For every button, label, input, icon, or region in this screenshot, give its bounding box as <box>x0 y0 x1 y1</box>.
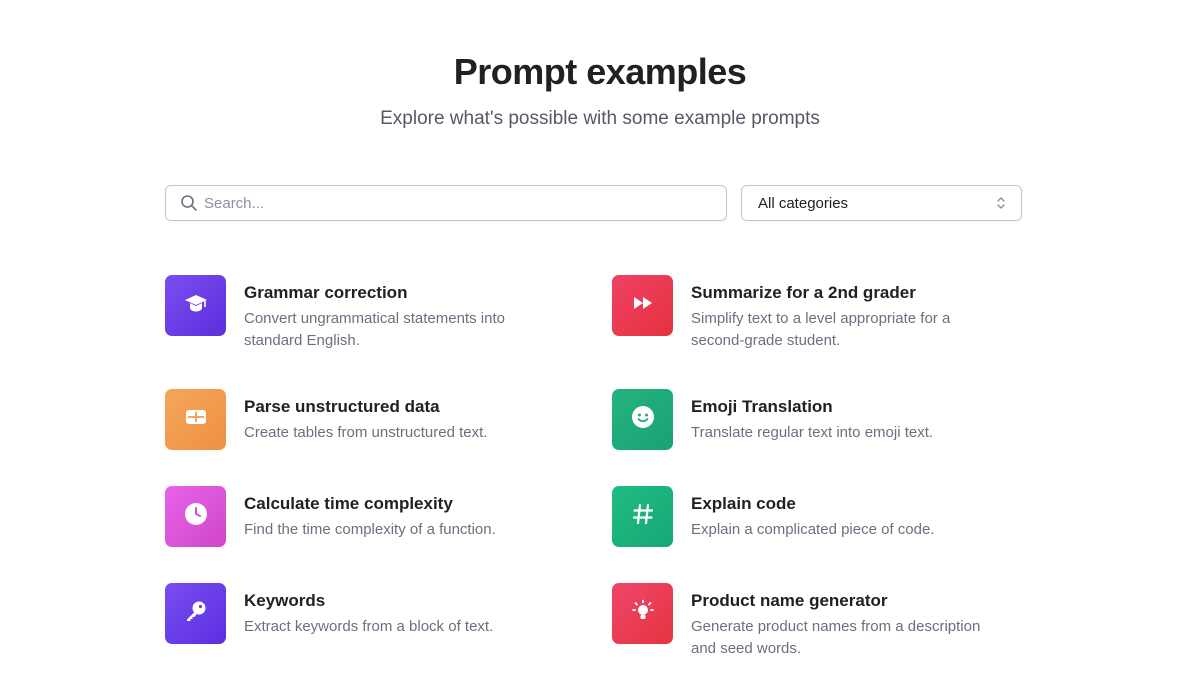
example-title: Product name generator <box>691 591 888 610</box>
graduation-cap-icon <box>183 290 209 321</box>
clock-icon <box>183 501 209 532</box>
example-card-grammar-correction[interactable]: Grammar correction Convert ungrammatical… <box>165 275 505 352</box>
example-description: Find the time complexity of a function. <box>244 521 496 538</box>
fast-forward-icon <box>631 291 655 320</box>
prompt-examples-page: Prompt examples Explore what's possible … <box>0 0 1200 675</box>
example-title: Keywords <box>244 591 326 610</box>
smiley-icon <box>630 404 656 435</box>
page-title: Prompt examples <box>453 51 747 92</box>
lightbulb-icon <box>630 598 656 629</box>
example-title: Summarize for a 2nd grader <box>691 283 916 302</box>
example-description: Generate product names from a descriptio… <box>691 618 981 657</box>
example-card-parse-unstructured-data[interactable]: Parse unstructured data Create tables fr… <box>165 389 487 450</box>
example-title: Emoji Translation <box>691 397 833 416</box>
example-title: Grammar correction <box>244 283 408 302</box>
example-description: Create tables from unstructured text. <box>244 424 488 441</box>
example-card-emoji-translation[interactable]: Emoji Translation Translate regular text… <box>612 389 933 450</box>
example-icon-tile <box>165 583 226 644</box>
example-icon-tile <box>165 389 226 450</box>
page-subtitle: Explore what's possible with some exampl… <box>380 108 820 129</box>
example-icon-tile <box>165 486 226 547</box>
key-icon <box>183 598 209 629</box>
search-icon <box>180 194 198 212</box>
example-description: Convert ungrammatical statements into st… <box>244 310 505 349</box>
example-title: Parse unstructured data <box>244 397 440 416</box>
example-icon-tile <box>612 486 673 547</box>
example-card-keywords[interactable]: Keywords Extract keywords from a block o… <box>165 583 493 644</box>
example-card-explain-code[interactable]: Explain code Explain a complicated piece… <box>612 486 934 547</box>
example-description: Translate regular text into emoji text. <box>691 424 934 441</box>
table-icon <box>184 405 208 434</box>
example-description: Extract keywords from a block of text. <box>244 618 494 635</box>
example-icon-tile <box>612 275 673 336</box>
chevron-up-down-icon <box>995 195 1007 211</box>
example-card-product-name-generator[interactable]: Product name generator Generate product … <box>612 583 980 660</box>
example-title: Explain code <box>691 494 796 513</box>
category-select-value: All categories <box>758 194 849 212</box>
example-icon-tile <box>612 389 673 450</box>
example-icon-tile <box>165 275 226 336</box>
example-card-summarize-2nd-grader[interactable]: Summarize for a 2nd grader Simplify text… <box>612 275 950 352</box>
search-input[interactable] <box>204 194 726 212</box>
search-box[interactable] <box>165 185 727 221</box>
example-card-time-complexity[interactable]: Calculate time complexity Find the time … <box>165 486 496 547</box>
hashtag-icon <box>631 502 655 531</box>
example-icon-tile <box>612 583 673 644</box>
example-title: Calculate time complexity <box>244 494 453 513</box>
category-select[interactable]: All categories <box>741 185 1022 221</box>
example-description: Simplify text to a level appropriate for… <box>691 310 951 349</box>
example-description: Explain a complicated piece of code. <box>691 521 935 538</box>
